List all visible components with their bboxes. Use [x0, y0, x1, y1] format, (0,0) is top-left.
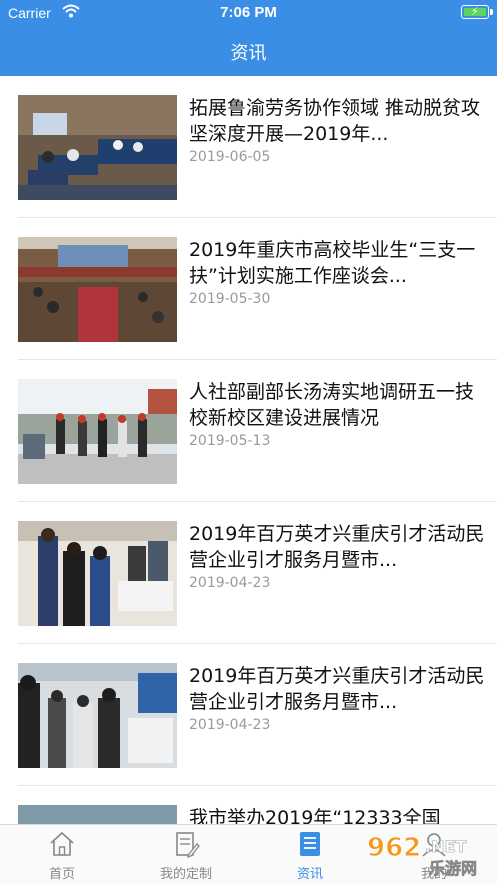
svg-text:乐游网: 乐游网: [429, 859, 477, 878]
battery-cap: [490, 9, 493, 15]
tab-label: 资讯: [296, 867, 323, 882]
news-item[interactable]: 2019年百万英才兴重庆引才活动民营企业引才服务月暨市... 2019-04-2…: [0, 644, 497, 786]
news-thumbnail: [18, 237, 177, 342]
news-date: 2019-04-23: [189, 575, 271, 591]
home-icon: [50, 831, 74, 856]
news-item[interactable]: 人社部副部长汤涛实地调研五一技校新校区建设进展情况 2019-05-13: [0, 360, 497, 502]
news-thumbnail: [18, 379, 177, 484]
battery-icon: ⚡: [461, 5, 489, 19]
tab-home[interactable]: 首页: [0, 825, 124, 884]
news-item[interactable]: 2019年重庆市高校毕业生“三支一扶”计划实施工作座谈会... 2019-05-…: [0, 218, 497, 360]
news-title: 2019年重庆市高校毕业生“三支一扶”计划实施工作座谈会...: [189, 239, 476, 287]
news-date: 2019-06-05: [189, 149, 271, 165]
edit-doc-icon: [176, 832, 200, 858]
svg-text:962: 962: [367, 833, 421, 863]
news-item[interactable]: 拓展鲁渝劳务协作领域 推动脱贫攻坚深度开展—2019年... 2019-06-0…: [0, 76, 497, 218]
news-title: 拓展鲁渝劳务协作领域 推动脱贫攻坚深度开展—2019年...: [189, 97, 481, 145]
news-thumbnail: [18, 805, 177, 824]
page-title: 资讯: [230, 43, 267, 64]
tab-news[interactable]: 资讯: [248, 825, 372, 884]
news-thumbnail: [18, 663, 177, 768]
nav-bar: 资讯: [0, 26, 497, 76]
tab-label: 我的定制: [159, 867, 212, 882]
news-list[interactable]: 拓展鲁渝劳务协作领域 推动脱贫攻坚深度开展—2019年... 2019-06-0…: [0, 76, 497, 824]
news-title: 2019年百万英才兴重庆引才活动民营企业引才服务月暨市...: [189, 523, 485, 571]
news-date: 2019-05-30: [189, 291, 271, 307]
news-date: 2019-04-23: [189, 717, 271, 733]
clock: 7:06 PM: [220, 4, 277, 21]
news-title: 人社部副部长汤涛实地调研五一技校新校区建设进展情况: [189, 381, 475, 429]
news-title: 2019年百万英才兴重庆引才活动民营企业引才服务月暨市...: [189, 665, 485, 713]
news-item[interactable]: 2019年百万英才兴重庆引才活动民营企业引才服务月暨市... 2019-04-2…: [0, 502, 497, 644]
watermark-logo: 962 .NET 乐游网: [367, 833, 478, 879]
news-item[interactable]: 我市举办2019年“12333全国: [0, 786, 497, 824]
news-thumbnail: [18, 521, 177, 626]
news-thumbnail: [18, 95, 177, 200]
tab-custom[interactable]: 我的定制: [124, 825, 248, 884]
news-icon: [300, 832, 320, 856]
svg-text:.NET: .NET: [425, 837, 466, 856]
news-title: 我市举办2019年“12333全国: [189, 807, 441, 824]
news-date: 2019-05-13: [189, 433, 271, 449]
status-bar: Carrier 7:06 PM ⚡: [0, 0, 497, 26]
tab-label: 首页: [48, 867, 75, 882]
